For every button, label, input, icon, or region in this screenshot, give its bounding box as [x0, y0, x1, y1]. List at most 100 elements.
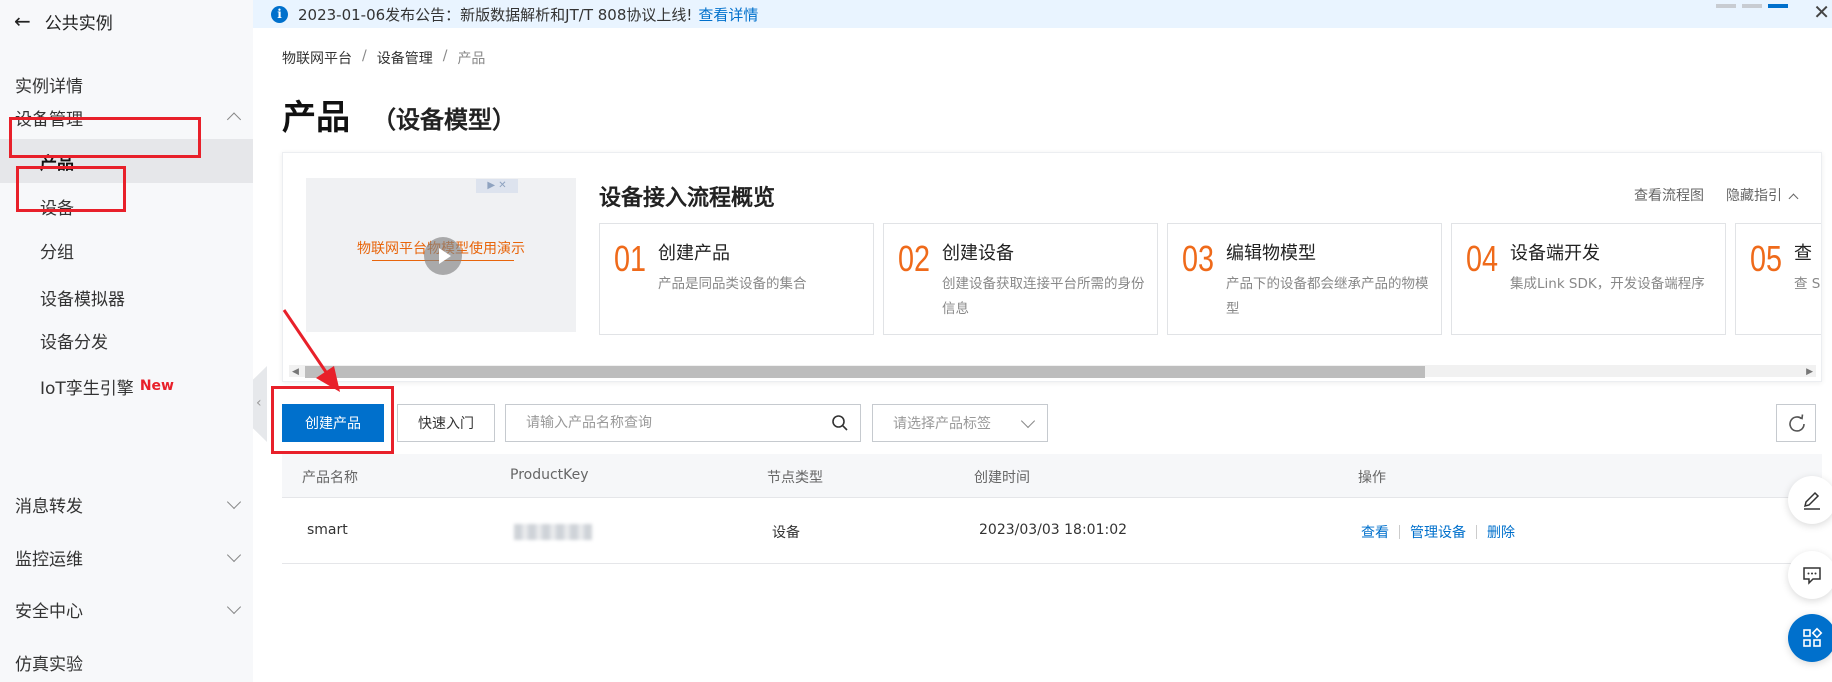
- sidebar-item-label: 消息转发: [15, 496, 83, 517]
- apps-float-button[interactable]: [1788, 614, 1832, 662]
- create-product-button[interactable]: 创建产品: [282, 404, 384, 442]
- breadcrumb-item[interactable]: 物联网平台: [282, 48, 352, 68]
- step-number: 02: [898, 238, 931, 279]
- scroll-left-icon[interactable]: ◀: [292, 367, 299, 377]
- chevron-down-icon: [226, 547, 242, 563]
- step-description: 创建设备获取连接平台所需的身份信息: [942, 276, 1145, 317]
- step-card-create-product[interactable]: 01 创建产品 产品是同品类设备的集合: [599, 223, 874, 335]
- edit-float-button[interactable]: [1788, 476, 1832, 524]
- product-tag-select[interactable]: 请选择产品标签: [872, 404, 1048, 442]
- step-card-create-device[interactable]: 02 创建设备 创建设备获取连接平台所需的身份信息: [883, 223, 1158, 335]
- sidebar-item-label: 仿真实验: [15, 654, 83, 675]
- sidebar-item-label: 设备: [40, 198, 74, 219]
- chevron-up-icon: [226, 112, 242, 127]
- step-title: 设备端开发: [1510, 243, 1600, 264]
- sidebar-item-label: IoT孪生引擎: [40, 378, 134, 399]
- product-name-cell: smart: [307, 522, 348, 538]
- sidebar-item-label: 设备分发: [40, 332, 108, 353]
- breadcrumb-item[interactable]: 设备管理: [377, 48, 433, 68]
- node-type-cell: 设备: [772, 525, 800, 541]
- horizontal-scrollbar[interactable]: ◀ ▶: [289, 365, 1816, 378]
- step-card-device-development[interactable]: 04 设备端开发 集成Link SDK，开发设备端程序: [1451, 223, 1726, 335]
- scroll-right-icon[interactable]: ▶: [1806, 367, 1813, 377]
- overview-links: 查看流程图 隐藏指引: [1634, 185, 1799, 205]
- created-time-cell: 2023/03/03 18:01:02: [979, 522, 1128, 538]
- step-description: 查 SD: [1794, 276, 1821, 292]
- feedback-float-button[interactable]: [1788, 551, 1832, 599]
- step-title: 编辑物模型: [1226, 243, 1316, 264]
- hide-guide-link[interactable]: 隐藏指引: [1726, 185, 1799, 205]
- breadcrumb-separator: /: [362, 48, 367, 64]
- page-subtitle: （设备模型）: [372, 106, 516, 134]
- table-header: 产品名称 ProductKey 节点类型 创建时间 操作: [282, 454, 1822, 498]
- view-link[interactable]: 查看: [1361, 522, 1389, 542]
- delete-link[interactable]: 删除: [1487, 522, 1515, 542]
- column-header-name: 产品名称: [302, 470, 358, 486]
- sidebar-item-device-simulator[interactable]: 设备模拟器: [0, 275, 253, 319]
- product-tag-placeholder: 请选择产品标签: [893, 416, 991, 432]
- sidebar-item-device-distribution[interactable]: 设备分发: [0, 318, 253, 362]
- onboarding-overview-card: ▶ ✕ 物联网平台物模型使用演示 设备接入流程概览 查看流程图 隐藏指引 01 …: [282, 152, 1822, 382]
- pager-dot-active[interactable]: [1768, 4, 1788, 8]
- product-search-input[interactable]: [506, 405, 806, 441]
- step-number: 05: [1750, 238, 1783, 279]
- sidebar-item-label: 设备管理: [15, 109, 83, 130]
- step-description: 产品下的设备都会继承产品的物模型: [1226, 276, 1429, 317]
- sidebar-item-label: 产品: [40, 153, 74, 174]
- sidebar-item-monitoring-ops[interactable]: 监控运维: [0, 535, 253, 579]
- sidebar-collapse-toggle[interactable]: ‹: [253, 366, 267, 442]
- sidebar-header[interactable]: ← 公共实例: [14, 6, 113, 36]
- refresh-button[interactable]: [1776, 404, 1816, 442]
- pencil-icon: [1803, 491, 1820, 510]
- sidebar-item-security-center[interactable]: 安全中心: [0, 587, 253, 631]
- back-arrow-icon[interactable]: ←: [14, 9, 31, 33]
- info-icon: i: [271, 5, 288, 23]
- pager-dot[interactable]: [1716, 4, 1736, 8]
- product-search-box: [505, 404, 861, 442]
- sidebar-item-simulation-lab[interactable]: 仿真实验: [0, 640, 253, 682]
- column-header-actions: 操作: [1358, 470, 1386, 486]
- app-root: ← 公共实例 实例详情 设备管理 产品 设备 分组 设备模拟器 设备分发 IoT…: [0, 0, 1832, 682]
- chevron-up-icon: [1788, 193, 1799, 204]
- quick-start-button[interactable]: 快速入门: [397, 404, 495, 442]
- chat-icon: [1803, 567, 1821, 585]
- step-card-5[interactable]: 05 查 查 SD: [1735, 223, 1821, 335]
- sidebar-item-message-forwarding[interactable]: 消息转发: [0, 482, 253, 526]
- sidebar-item-iot-twin-engine[interactable]: IoT孪生引擎 New: [0, 364, 253, 408]
- sidebar-item-product[interactable]: 产品: [0, 139, 253, 183]
- row-actions: 查看 管理设备 删除: [1361, 522, 1515, 542]
- manage-devices-link[interactable]: 管理设备: [1410, 522, 1466, 542]
- hide-guide-label: 隐藏指引: [1726, 188, 1782, 204]
- search-icon[interactable]: [830, 413, 850, 433]
- new-badge: New: [139, 378, 174, 394]
- close-icon[interactable]: ✕: [1813, 0, 1830, 24]
- refresh-icon: [1789, 414, 1805, 432]
- chevron-left-icon: ‹: [256, 395, 262, 411]
- step-number: 03: [1182, 238, 1215, 279]
- announcement-bar: i 2023-01-06发布公告：新版数据解析和JT/T 808协议上线! 查看…: [253, 0, 1832, 28]
- step-description: 产品是同品类设备的集合: [658, 276, 807, 292]
- sidebar-item-device-management[interactable]: 设备管理: [0, 95, 253, 139]
- play-icon[interactable]: [424, 237, 462, 275]
- pager-dot[interactable]: [1742, 4, 1762, 8]
- sidebar-item-group[interactable]: 分组: [0, 228, 253, 272]
- announcement-detail-link[interactable]: 查看详情: [698, 4, 758, 25]
- step-number: 01: [614, 238, 647, 279]
- breadcrumb-separator: /: [442, 48, 448, 64]
- breadcrumb-current: 产品: [457, 51, 486, 67]
- demo-video[interactable]: ▶ ✕ 物联网平台物模型使用演示: [306, 178, 576, 332]
- overview-title: 设备接入流程概览: [599, 186, 776, 211]
- sidebar-item-label: 设备模拟器: [40, 289, 125, 310]
- breadcrumb: 物联网平台 / 设备管理 / 产品: [282, 48, 485, 68]
- chevron-down-icon: [226, 494, 242, 510]
- step-title: 查: [1794, 243, 1812, 264]
- step-description: 集成Link SDK，开发设备端程序: [1510, 276, 1705, 292]
- sidebar-item-device[interactable]: 设备: [0, 184, 253, 228]
- chevron-down-icon: [1020, 413, 1036, 429]
- view-flowchart-link[interactable]: 查看流程图: [1634, 185, 1704, 205]
- sidebar-item-label: 实例详情: [15, 76, 83, 97]
- scrollbar-thumb[interactable]: [305, 366, 1425, 378]
- step-card-edit-thing-model[interactable]: 03 编辑物模型 产品下的设备都会继承产品的物模型: [1167, 223, 1442, 335]
- table-row: smart 设备 2023/03/03 18:01:02 查看 管理设备 删除: [282, 498, 1822, 564]
- announcement-pager[interactable]: [1716, 4, 1788, 8]
